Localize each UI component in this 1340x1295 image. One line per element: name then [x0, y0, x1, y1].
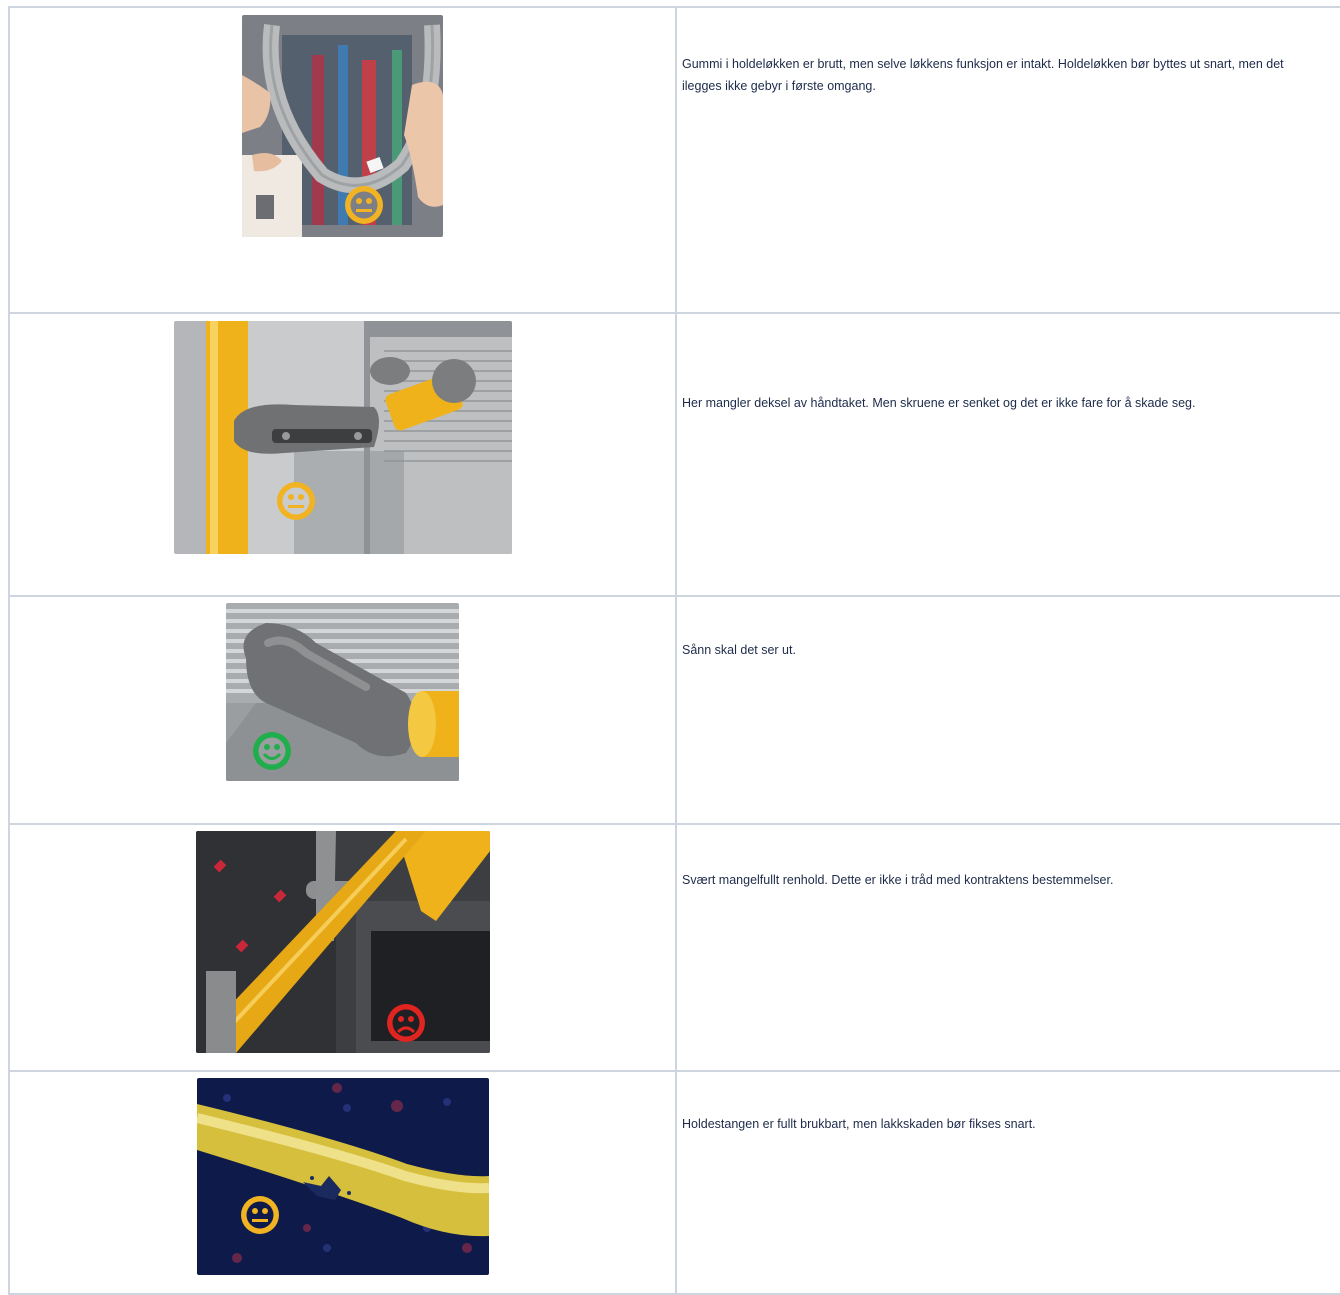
- row-description: Her mangler deksel av håndtaket. Men skr…: [682, 396, 1196, 410]
- row-description: Svært mangelfullt renhold. Dette er ikke…: [682, 873, 1114, 887]
- description-cell: Holdestangen er fullt brukbart, men lakk…: [675, 1070, 1340, 1295]
- row-description: Holdestangen er fullt brukbart, men lakk…: [682, 1117, 1036, 1131]
- neutral-face-icon: [241, 1196, 279, 1234]
- photo-cell: [8, 1070, 677, 1295]
- inspection-table: Gummi i holdeløkken er brutt, men selve …: [8, 6, 1340, 1295]
- neutral-face-icon: [345, 186, 383, 224]
- description-cell: Gummi i holdeløkken er brutt, men selve …: [675, 6, 1340, 314]
- description-cell: Svært mangelfullt renhold. Dette er ikke…: [675, 823, 1340, 1072]
- photo-cell: [8, 823, 677, 1072]
- photo-cell: [8, 6, 677, 314]
- row-description: Sånn skal det ser ut.: [682, 643, 796, 657]
- table-row: Her mangler deksel av håndtaket. Men skr…: [8, 312, 1340, 597]
- description-cell: Her mangler deksel av håndtaket. Men skr…: [675, 312, 1340, 597]
- photo-handle-missing-cover: [174, 321, 512, 554]
- table-row: Svært mangelfullt renhold. Dette er ikke…: [8, 823, 1340, 1072]
- photo-hand-strap: [242, 15, 443, 237]
- description-cell: Sånn skal det ser ut.: [675, 595, 1340, 825]
- photo-dirty-rail: [196, 831, 490, 1053]
- table-row: Holdestangen er fullt brukbart, men lakk…: [8, 1070, 1340, 1295]
- table-row: Gummi i holdeløkken er brutt, men selve …: [8, 6, 1340, 314]
- photo-paint-damage: [197, 1078, 489, 1275]
- photo-handle-correct: [226, 603, 459, 781]
- neutral-face-icon: [277, 482, 315, 520]
- sad-face-icon: [387, 1004, 425, 1042]
- happy-face-icon: [253, 732, 291, 770]
- row-description: Gummi i holdeløkken er brutt, men selve …: [682, 57, 1284, 93]
- photo-cell: [8, 595, 677, 825]
- photo-cell: [8, 312, 677, 597]
- table-row: Sånn skal det ser ut.: [8, 595, 1340, 825]
